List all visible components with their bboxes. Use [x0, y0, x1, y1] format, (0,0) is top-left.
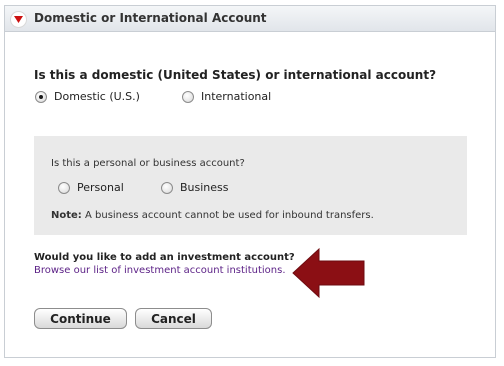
- radio-business-label: Business: [180, 181, 229, 194]
- business-note: Note: A business account cannot be used …: [51, 210, 374, 221]
- triangle-down-icon[interactable]: [10, 11, 27, 28]
- radio-international-button[interactable]: [182, 90, 194, 103]
- account-panel: Domestic or International Account Is thi…: [4, 5, 496, 358]
- radio-personal[interactable]: Personal: [58, 181, 124, 194]
- radio-personal-label: Personal: [77, 181, 124, 194]
- panel-header: Domestic or International Account: [5, 6, 495, 32]
- panel-title: Domestic or International Account: [34, 11, 267, 25]
- account-type-box: Is this a personal or business account? …: [34, 136, 467, 235]
- radio-domestic-label: Domestic (U.S.): [54, 90, 140, 103]
- radio-international-label: International: [201, 90, 272, 103]
- domestic-international-question: Is this a domestic (United States) or in…: [34, 68, 437, 82]
- continue-button[interactable]: Continue: [34, 308, 127, 329]
- personal-business-question: Is this a personal or business account?: [51, 158, 245, 169]
- radio-personal-button[interactable]: [58, 181, 70, 194]
- radio-domestic-button[interactable]: [35, 90, 47, 103]
- radio-business-button[interactable]: [161, 181, 173, 194]
- radio-domestic[interactable]: Domestic (U.S.): [35, 90, 140, 103]
- left-arrow-icon: [292, 247, 365, 299]
- radio-international[interactable]: International: [182, 90, 271, 103]
- investment-question: Would you like to add an investment acco…: [34, 252, 295, 263]
- investment-institutions-link[interactable]: Browse our list of investment account in…: [34, 265, 286, 276]
- radio-business[interactable]: Business: [161, 181, 229, 194]
- note-label: Note:: [51, 210, 82, 221]
- note-text: A business account cannot be used for in…: [81, 210, 374, 221]
- cancel-button[interactable]: Cancel: [135, 308, 212, 329]
